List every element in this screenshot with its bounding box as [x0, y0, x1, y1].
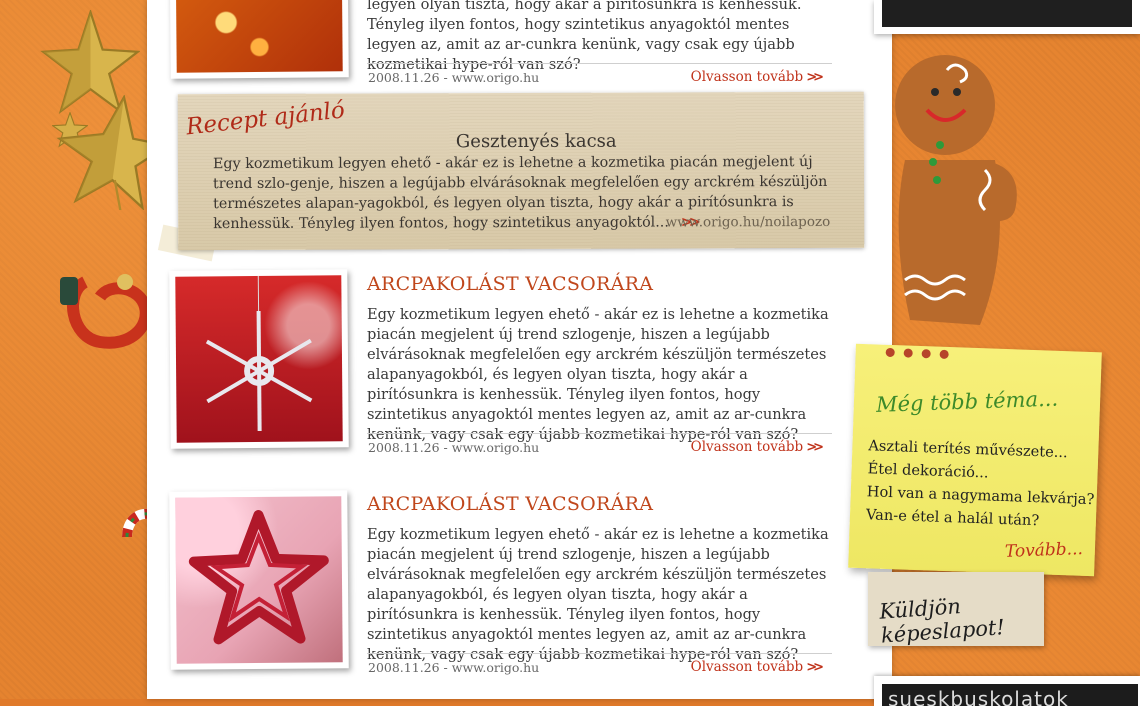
article-3-thumbnail[interactable] — [169, 490, 349, 670]
photo-strip-image — [882, 0, 1132, 27]
article-3-meta: 2008.11.26 - www.origo.hu Olvasson továb… — [367, 653, 832, 676]
note-topic-list: Asztali terítés művészete... Étel dekorá… — [866, 434, 1097, 534]
more-topics-note: Még több téma... Asztali terítés művésze… — [848, 344, 1102, 576]
article-2-title[interactable]: ARCPAKOLÁST VACSORÁRA — [367, 273, 653, 295]
article-2-body: Egy kozmetikum legyen ehető - akár ez is… — [367, 305, 832, 445]
gingerbread-man-icon — [885, 50, 1030, 335]
article-1-thumbnail[interactable] — [169, 0, 349, 79]
photo-strip-banner[interactable] — [874, 0, 1140, 34]
postcard-card[interactable]: Küldjön képeslapot! — [868, 572, 1044, 646]
article-1-meta: 2008.11.26 - www.origo.hu Olvasson továb… — [367, 63, 832, 86]
recipe-title[interactable]: Gesztenyés kacsa — [456, 131, 617, 153]
article-2-thumbnail[interactable] — [169, 269, 349, 449]
send-postcard-link[interactable]: Küldjön képeslapot! — [879, 588, 1046, 647]
snowflake-ornament-icon — [175, 275, 342, 442]
recipe-source[interactable]: www.origo.hu/noilapozo — [666, 214, 831, 231]
double-chevron-icon: >> — [806, 440, 820, 455]
bottom-banner-text: sueskbuskolatok — [882, 684, 1138, 706]
article-1-date: 2008.11.26 - www.origo.hu — [368, 70, 539, 85]
red-star-ornament-icon — [175, 496, 342, 663]
article-3: ARCPAKOLÁST VACSORÁRA Egy kozmetikum leg… — [170, 488, 840, 678]
article-1-read-more-link[interactable]: Olvasson tovább>> — [691, 69, 820, 85]
article-2-meta: 2008.11.26 - www.origo.hu Olvasson továb… — [367, 433, 832, 456]
article-2: ARCPAKOLÁST VACSORÁRA Egy kozmetikum leg… — [170, 268, 840, 458]
article-2-date: 2008.11.26 - www.origo.hu — [368, 440, 539, 455]
double-chevron-icon: >> — [806, 70, 820, 85]
bottom-banner[interactable]: sueskbuskolatok — [874, 676, 1140, 706]
note-title: Még több téma... — [876, 387, 1059, 417]
article-3-body: Egy kozmetikum legyen ehető - akár ez is… — [367, 525, 832, 665]
recipe-box: Recept ajánló Gesztenyés kacsa Egy kozme… — [178, 92, 865, 250]
recipe-tag: Recept ajánló — [185, 97, 346, 140]
article-2-read-more-link[interactable]: Olvasson tovább>> — [691, 439, 820, 455]
article-3-read-more-link[interactable]: Olvasson tovább>> — [691, 659, 820, 675]
article-1: legyen olyan tiszta, hogy akár a pirítós… — [170, 0, 840, 90]
article-3-title[interactable]: ARCPAKOLÁST VACSORÁRA — [367, 493, 653, 515]
double-chevron-icon: >> — [806, 660, 820, 675]
note-more-link[interactable]: Tovább... — [1005, 539, 1084, 562]
article-3-date: 2008.11.26 - www.origo.hu — [368, 660, 539, 675]
